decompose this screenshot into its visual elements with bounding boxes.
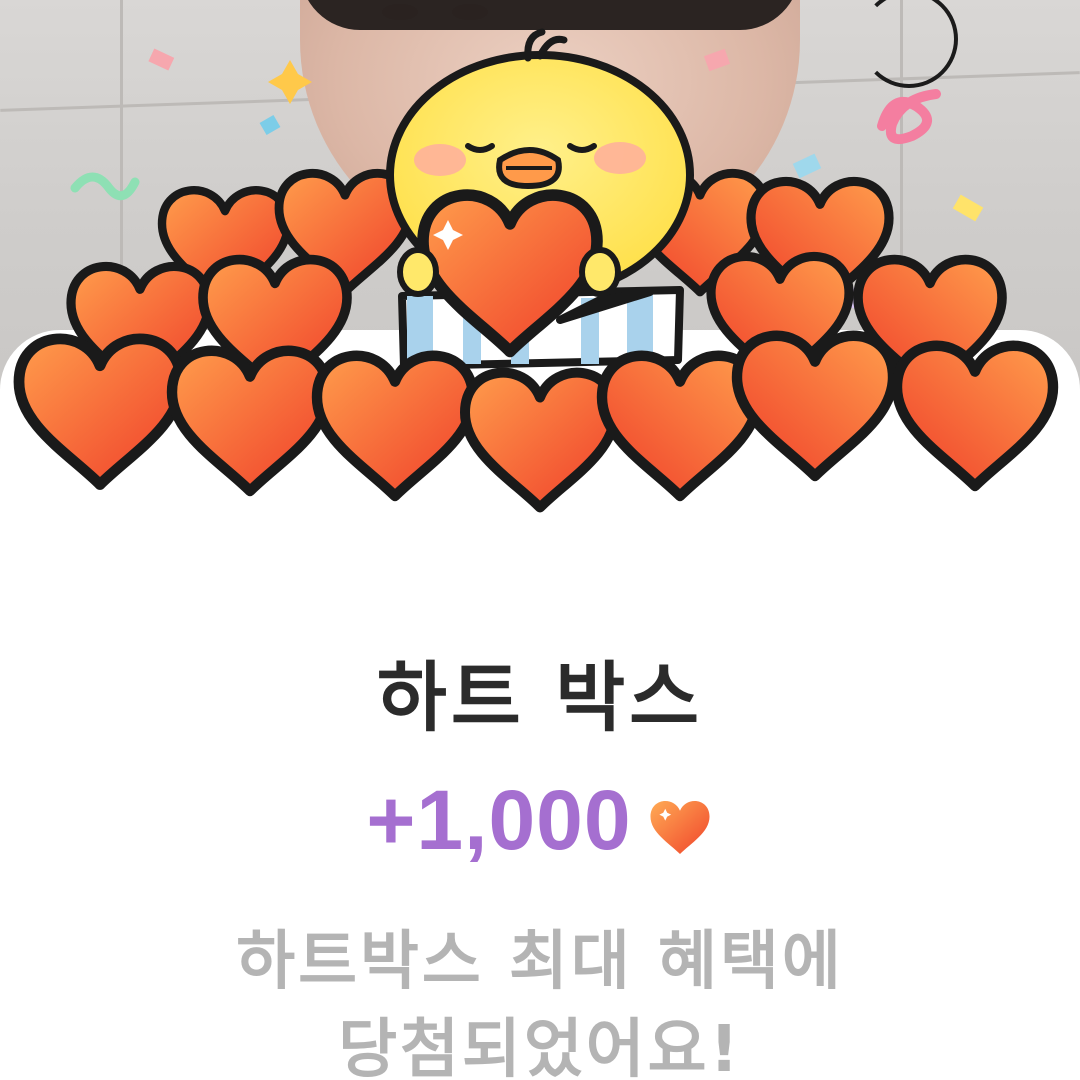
heart-box-reward-screen: 하트 박스 +1,000 하트박스 최대 혜택에 당첨되었어요! xyxy=(0,0,1080,1080)
reward-title: 하트 박스 xyxy=(376,653,704,742)
reward-message-line-2: 당첨되었어요! xyxy=(338,1013,742,1080)
hearts-and-chick-illustration xyxy=(0,28,1080,540)
reward-amount: +1,000 xyxy=(366,773,632,867)
reward-amount-row: +1,000 xyxy=(0,772,1080,869)
reward-message: 하트박스 최대 혜택에 당첨되었어요! xyxy=(0,918,1080,1080)
heart-icon xyxy=(650,800,710,854)
reward-message-line-1: 하트박스 최대 혜택에 xyxy=(236,925,844,999)
